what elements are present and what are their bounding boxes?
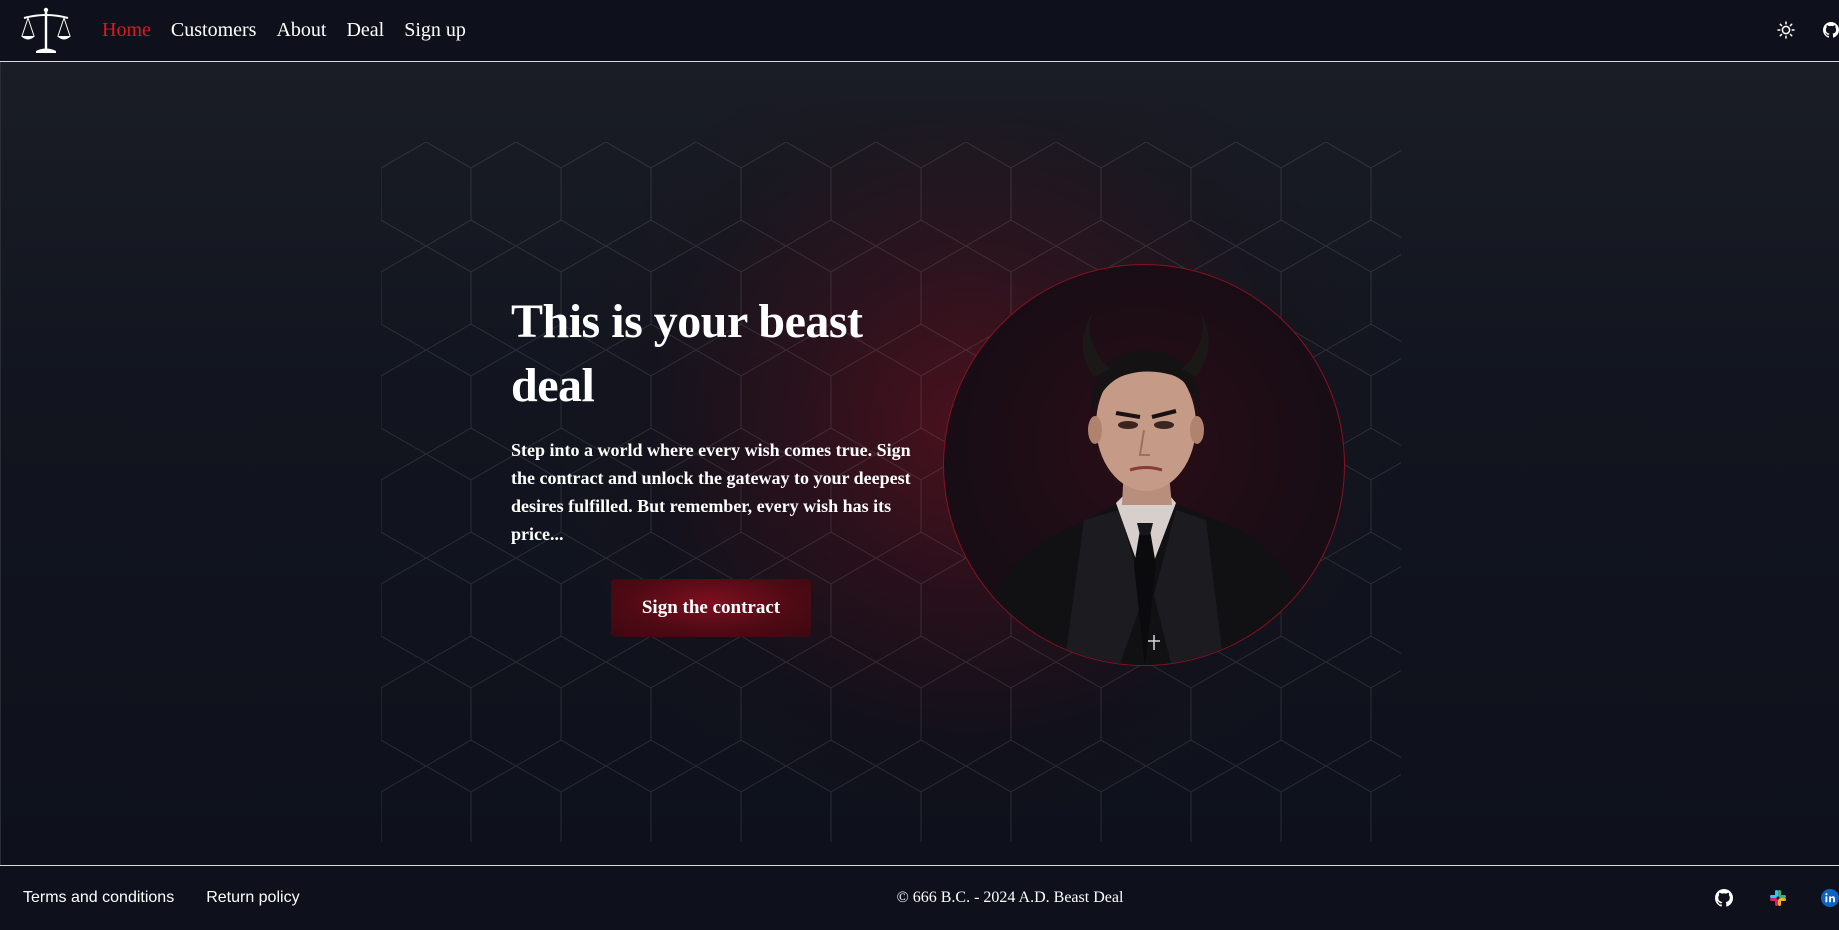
github-icon[interactable] bbox=[1823, 19, 1839, 41]
devil-portrait-image bbox=[943, 264, 1345, 666]
nav-link-home[interactable]: Home bbox=[102, 19, 151, 42]
linkedin-icon[interactable] bbox=[1821, 887, 1839, 909]
main-nav: Home Customers About Deal Sign up bbox=[102, 0, 466, 60]
sign-contract-button[interactable]: Sign the contract bbox=[611, 579, 811, 637]
scales-of-justice-icon[interactable] bbox=[20, 6, 72, 56]
nav-link-customers[interactable]: Customers bbox=[171, 19, 257, 42]
hero-section: This is your beast deal Step into a worl… bbox=[0, 62, 1839, 865]
social-links bbox=[1713, 866, 1839, 930]
navbar: Home Customers About Deal Sign up bbox=[0, 0, 1839, 62]
slack-icon[interactable] bbox=[1767, 887, 1789, 909]
navbar-actions bbox=[1775, 0, 1839, 60]
copyright-text: © 666 B.C. - 2024 A.D. Beast Deal bbox=[896, 889, 1124, 906]
hero-description: Step into a world where every wish comes… bbox=[511, 440, 911, 544]
hero-title: This is your beast deal bbox=[511, 295, 863, 412]
nav-link-deal[interactable]: Deal bbox=[346, 19, 384, 42]
footer: Terms and conditions Return policy © 666… bbox=[0, 865, 1839, 930]
nav-link-sign-up[interactable]: Sign up bbox=[404, 19, 466, 42]
nav-link-about[interactable]: About bbox=[276, 19, 326, 42]
github-icon[interactable] bbox=[1713, 887, 1735, 909]
sun-icon[interactable] bbox=[1775, 19, 1797, 41]
